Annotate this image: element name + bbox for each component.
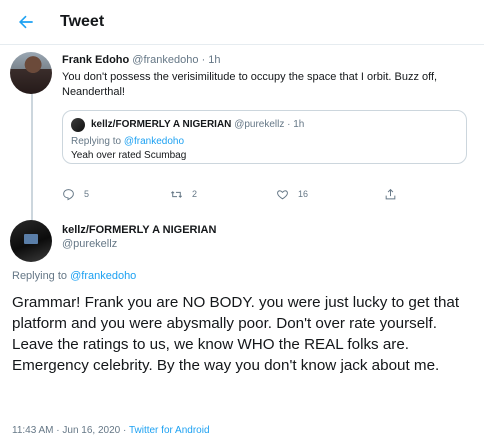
replying-handle[interactable]: @frankedoho [124, 136, 184, 147]
tweet-text: Grammar! Frank you are NO BODY. you were… [12, 294, 460, 374]
like-icon [277, 189, 288, 199]
replying-prefix: Replying to [71, 136, 124, 147]
quoted-tweet[interactable]: kellz/FORMERLY A NIGERIAN @purekellz · 1… [62, 110, 467, 164]
quoted-replying-to: Replying to @frankedoho [71, 136, 184, 147]
reply-icon [63, 188, 74, 200]
like-count: 16 [298, 189, 309, 199]
quoted-author-meta: @purekellz · 1h [234, 119, 305, 130]
avatar [71, 118, 85, 132]
avatar-detail [24, 234, 38, 244]
tweet-timestamp[interactable]: 11:43 AM · Jun 16, 2020 · [12, 425, 129, 436]
retweet-button[interactable]: 2 [170, 186, 197, 202]
tweet-text: You don't possess the verisimilitude to … [62, 71, 438, 98]
replying-to: Replying to @frankedoho [12, 270, 136, 282]
share-button[interactable] [384, 186, 406, 202]
page-title: Tweet [60, 13, 105, 30]
main-tweet: kellz/FORMERLY A NIGERIAN @purekellz Rep… [0, 210, 484, 437]
like-button[interactable]: 16 [276, 186, 308, 202]
share-icon [385, 188, 396, 199]
reply-button[interactable]: 5 [62, 186, 89, 202]
author-meta: @frankedoho · 1h [132, 54, 221, 66]
author-name[interactable]: kellz/FORMERLY A NIGERIAN [62, 224, 216, 236]
replying-prefix: Replying to [12, 270, 71, 282]
tweet-author-line: Frank Edoho @frankedoho · 1h [62, 54, 221, 66]
quoted-author-line: kellz/FORMERLY A NIGERIAN @purekellz · 1… [91, 119, 304, 130]
tweet-actions: 5 2 16 [62, 186, 462, 202]
author-name[interactable]: Frank Edoho [62, 54, 129, 66]
quoted-author-name: kellz/FORMERLY A NIGERIAN [91, 119, 232, 130]
parent-tweet[interactable]: Frank Edoho @frankedoho · 1h You don't p… [0, 46, 484, 256]
avatar[interactable] [10, 220, 52, 262]
top-bar: Tweet [0, 0, 484, 45]
tweet-meta: 11:43 AM · Jun 16, 2020 · Twitter for An… [12, 425, 210, 436]
tweet-source[interactable]: Twitter for Android [129, 425, 210, 436]
quoted-text: Yeah over rated Scumbag [71, 150, 187, 161]
retweet-icon [171, 190, 182, 198]
back-button[interactable] [12, 8, 40, 36]
back-arrow-icon [19, 15, 33, 29]
retweet-count: 2 [192, 189, 198, 199]
author-handle[interactable]: @purekellz [62, 238, 117, 250]
reply-count: 5 [84, 189, 90, 199]
avatar[interactable] [10, 52, 52, 94]
replying-handle[interactable]: @frankedoho [70, 270, 136, 282]
